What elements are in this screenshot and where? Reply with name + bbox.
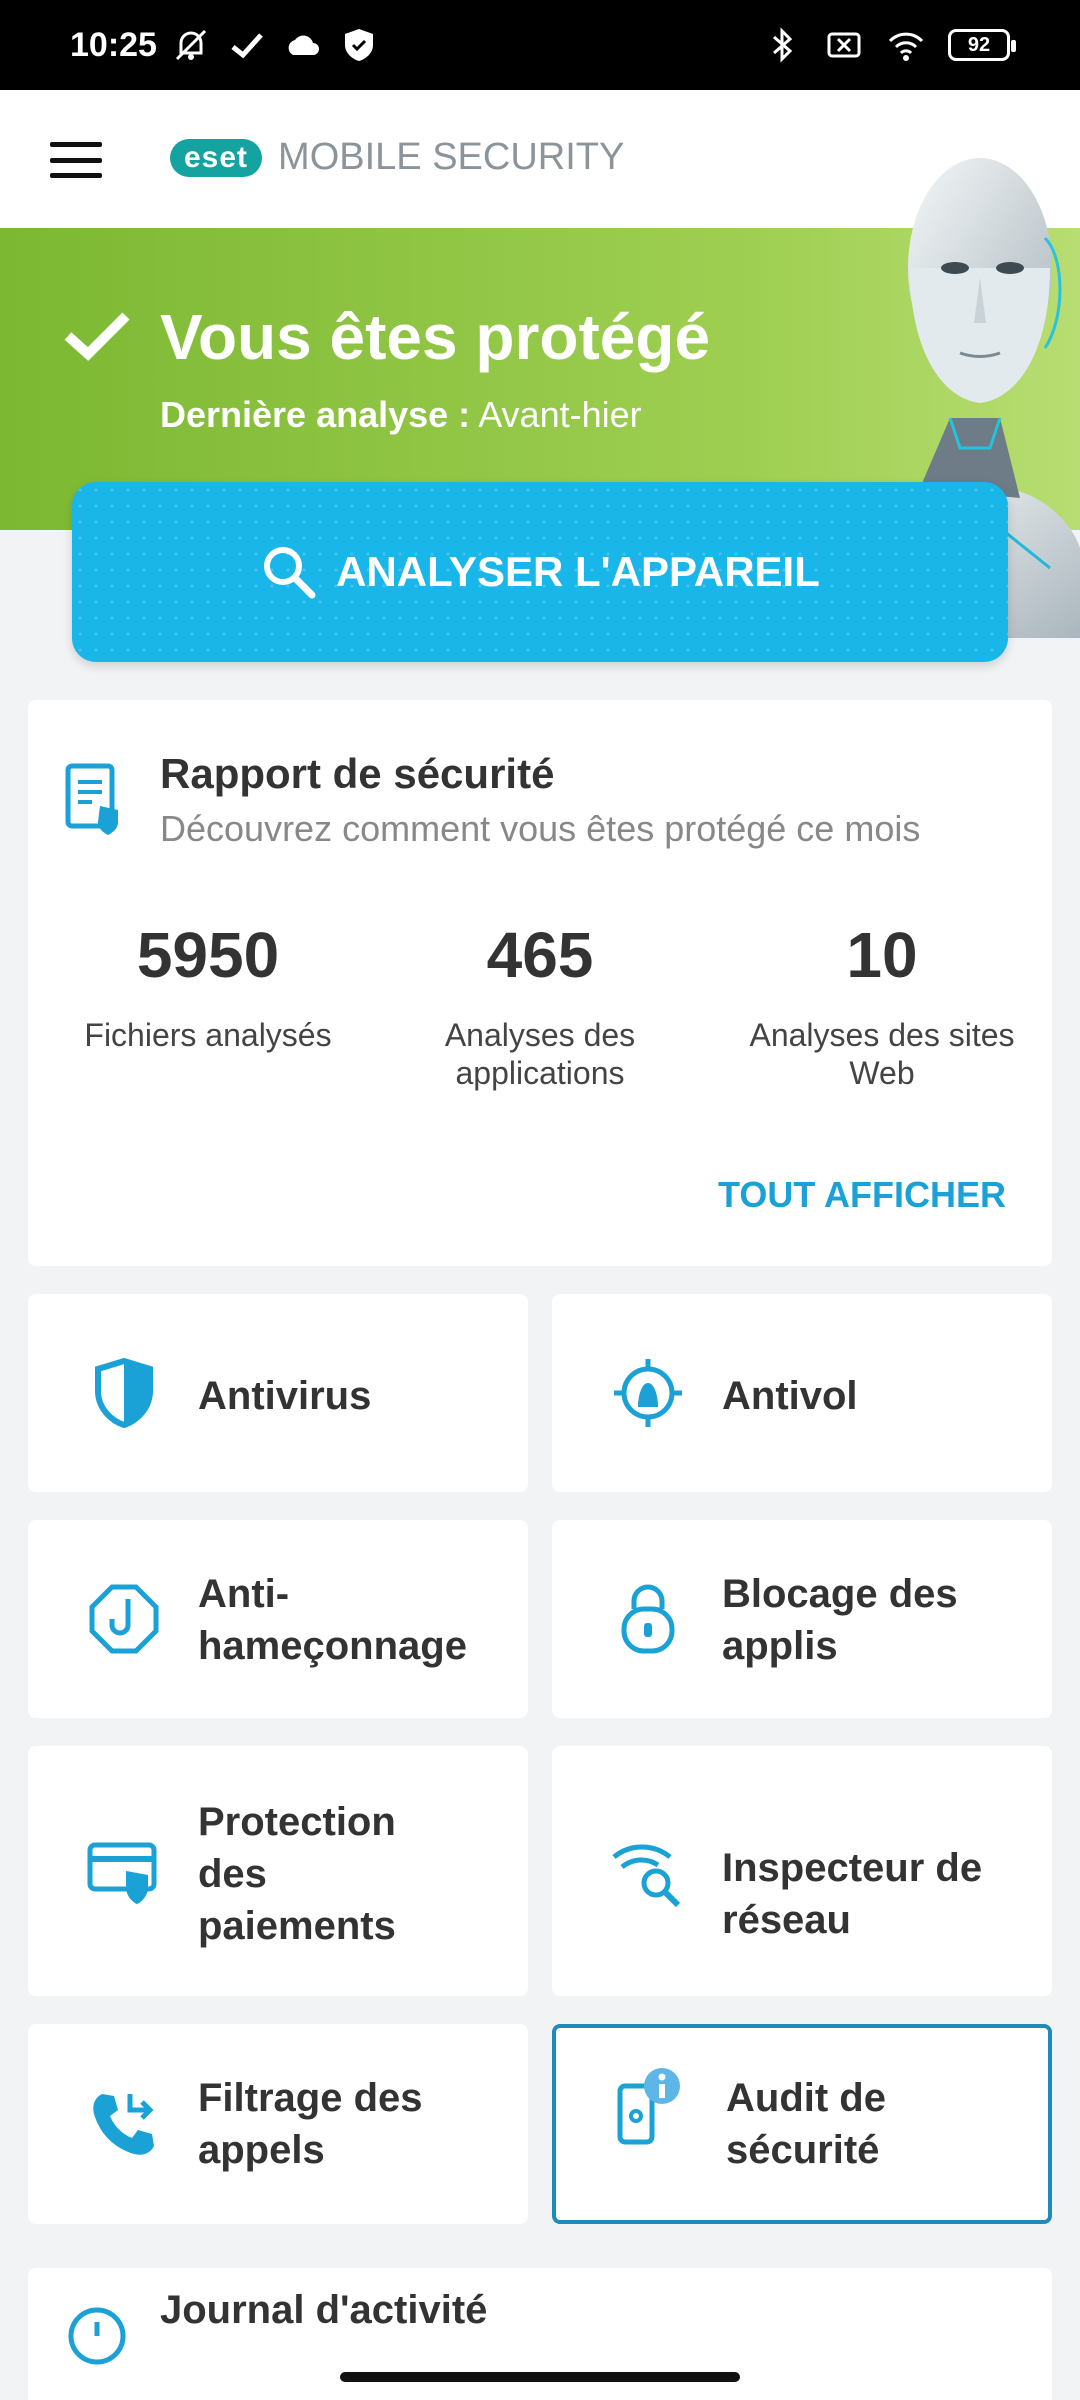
report-icon: [65, 763, 118, 835]
stat-websites-scanned: 10 Analyses des sites Web: [712, 918, 1052, 1093]
gesture-navigation-bar[interactable]: [340, 2372, 740, 2382]
wifi-search-icon: [612, 1844, 681, 1908]
tile-call-filter[interactable]: Filtrage des appels: [28, 2024, 528, 2224]
card-icon: [87, 1842, 157, 1904]
view-all-link[interactable]: TOUT AFFICHER: [718, 1174, 1006, 1216]
cloud-icon: [288, 35, 319, 55]
brand-text: MOBILE SECURITY: [278, 136, 625, 178]
last-scan-value: Avant-hier: [478, 394, 642, 435]
target-icon: [614, 1359, 682, 1427]
tile-label: Protection des paiements: [198, 1800, 396, 1948]
status-right-icons: 92: [762, 25, 1016, 65]
stat-apps-scanned: 465 Analyses des applications: [370, 918, 710, 1093]
phone-icon: [93, 2094, 154, 2155]
bluetooth-icon: [773, 27, 793, 63]
sim-icon: [827, 32, 861, 58]
scan-device-button[interactable]: ANALYSER L'APPAREIL: [72, 482, 1008, 662]
tile-label: Filtrage des appels: [198, 2076, 423, 2172]
last-scan-text: Dernière analyse : Avant-hier: [160, 394, 642, 436]
eset-logo: eset: [170, 138, 263, 177]
tile-label: Antivol: [722, 1374, 858, 1418]
protection-status-title: Vous êtes protégé: [160, 301, 711, 373]
status-left-icons: [171, 25, 379, 65]
mute-icon: [175, 29, 207, 61]
stat-label: Analyses des applications: [444, 1017, 636, 1092]
page: 10:25 92 eset MOBILE SECURITY Vous êtes …: [0, 0, 1080, 2400]
history-icon: [68, 2307, 126, 2365]
menu-button[interactable]: [50, 142, 102, 178]
check-icon: [231, 33, 263, 59]
status-bar: 10:25 92: [0, 0, 1080, 90]
tile-anti-phishing[interactable]: Anti-hameçonnage: [28, 1520, 528, 1718]
tile-label: Antivirus: [198, 1374, 372, 1418]
stat-value: 5950: [136, 919, 280, 991]
stat-value: 10: [846, 919, 918, 991]
last-scan-label: Dernière analyse :: [160, 394, 471, 435]
tile-antivirus[interactable]: Antivirus: [28, 1294, 528, 1492]
activity-log-title: Journal d'activité: [160, 2288, 488, 2332]
tile-app-lock[interactable]: Blocage des applis: [552, 1520, 1052, 1718]
stat-value: 465: [486, 919, 594, 991]
tile-security-audit[interactable]: Audit de sécurité: [552, 2024, 1052, 2224]
status-time: 10:25: [70, 25, 157, 64]
brand: eset MOBILE SECURITY: [170, 136, 624, 179]
checkmark-icon: [64, 312, 130, 361]
wifi-icon: [888, 32, 924, 61]
tile-antitheft[interactable]: Antivol: [552, 1294, 1052, 1492]
phone-info-icon: [617, 2068, 680, 2145]
tile-network-inspector[interactable]: Inspecteur de réseau: [552, 1746, 1052, 1996]
scan-button-label: ANALYSER L'APPAREIL: [336, 548, 820, 595]
tile-label: Inspecteur de réseau: [722, 1846, 983, 1942]
battery-icon: 92: [948, 29, 1016, 61]
search-icon: [264, 547, 316, 599]
stat-label: Fichiers analysés: [84, 1017, 332, 1053]
report-title: Rapport de sécurité: [160, 750, 555, 797]
stat-label: Analyses des sites Web: [749, 1017, 1015, 1092]
security-report-card[interactable]: Rapport de sécurité Découvrez comment vo…: [28, 700, 1052, 1266]
tile-payment-protection[interactable]: Protection des paiements: [28, 1746, 528, 1996]
tile-label: Anti-hameçonnage: [198, 1572, 467, 1668]
battery-level: 92: [967, 33, 991, 56]
report-description: Découvrez comment vous êtes protégé ce m…: [160, 808, 921, 849]
tile-label: Blocage des applis: [722, 1572, 958, 1668]
lock-icon: [621, 1584, 675, 1654]
stat-files-scanned: 5950 Fichiers analysés: [38, 918, 378, 1054]
shield-icon: [95, 1357, 153, 1429]
hook-icon: [89, 1584, 159, 1654]
shield-icon: [344, 29, 373, 61]
tile-label: Audit de sécurité: [726, 2076, 886, 2172]
